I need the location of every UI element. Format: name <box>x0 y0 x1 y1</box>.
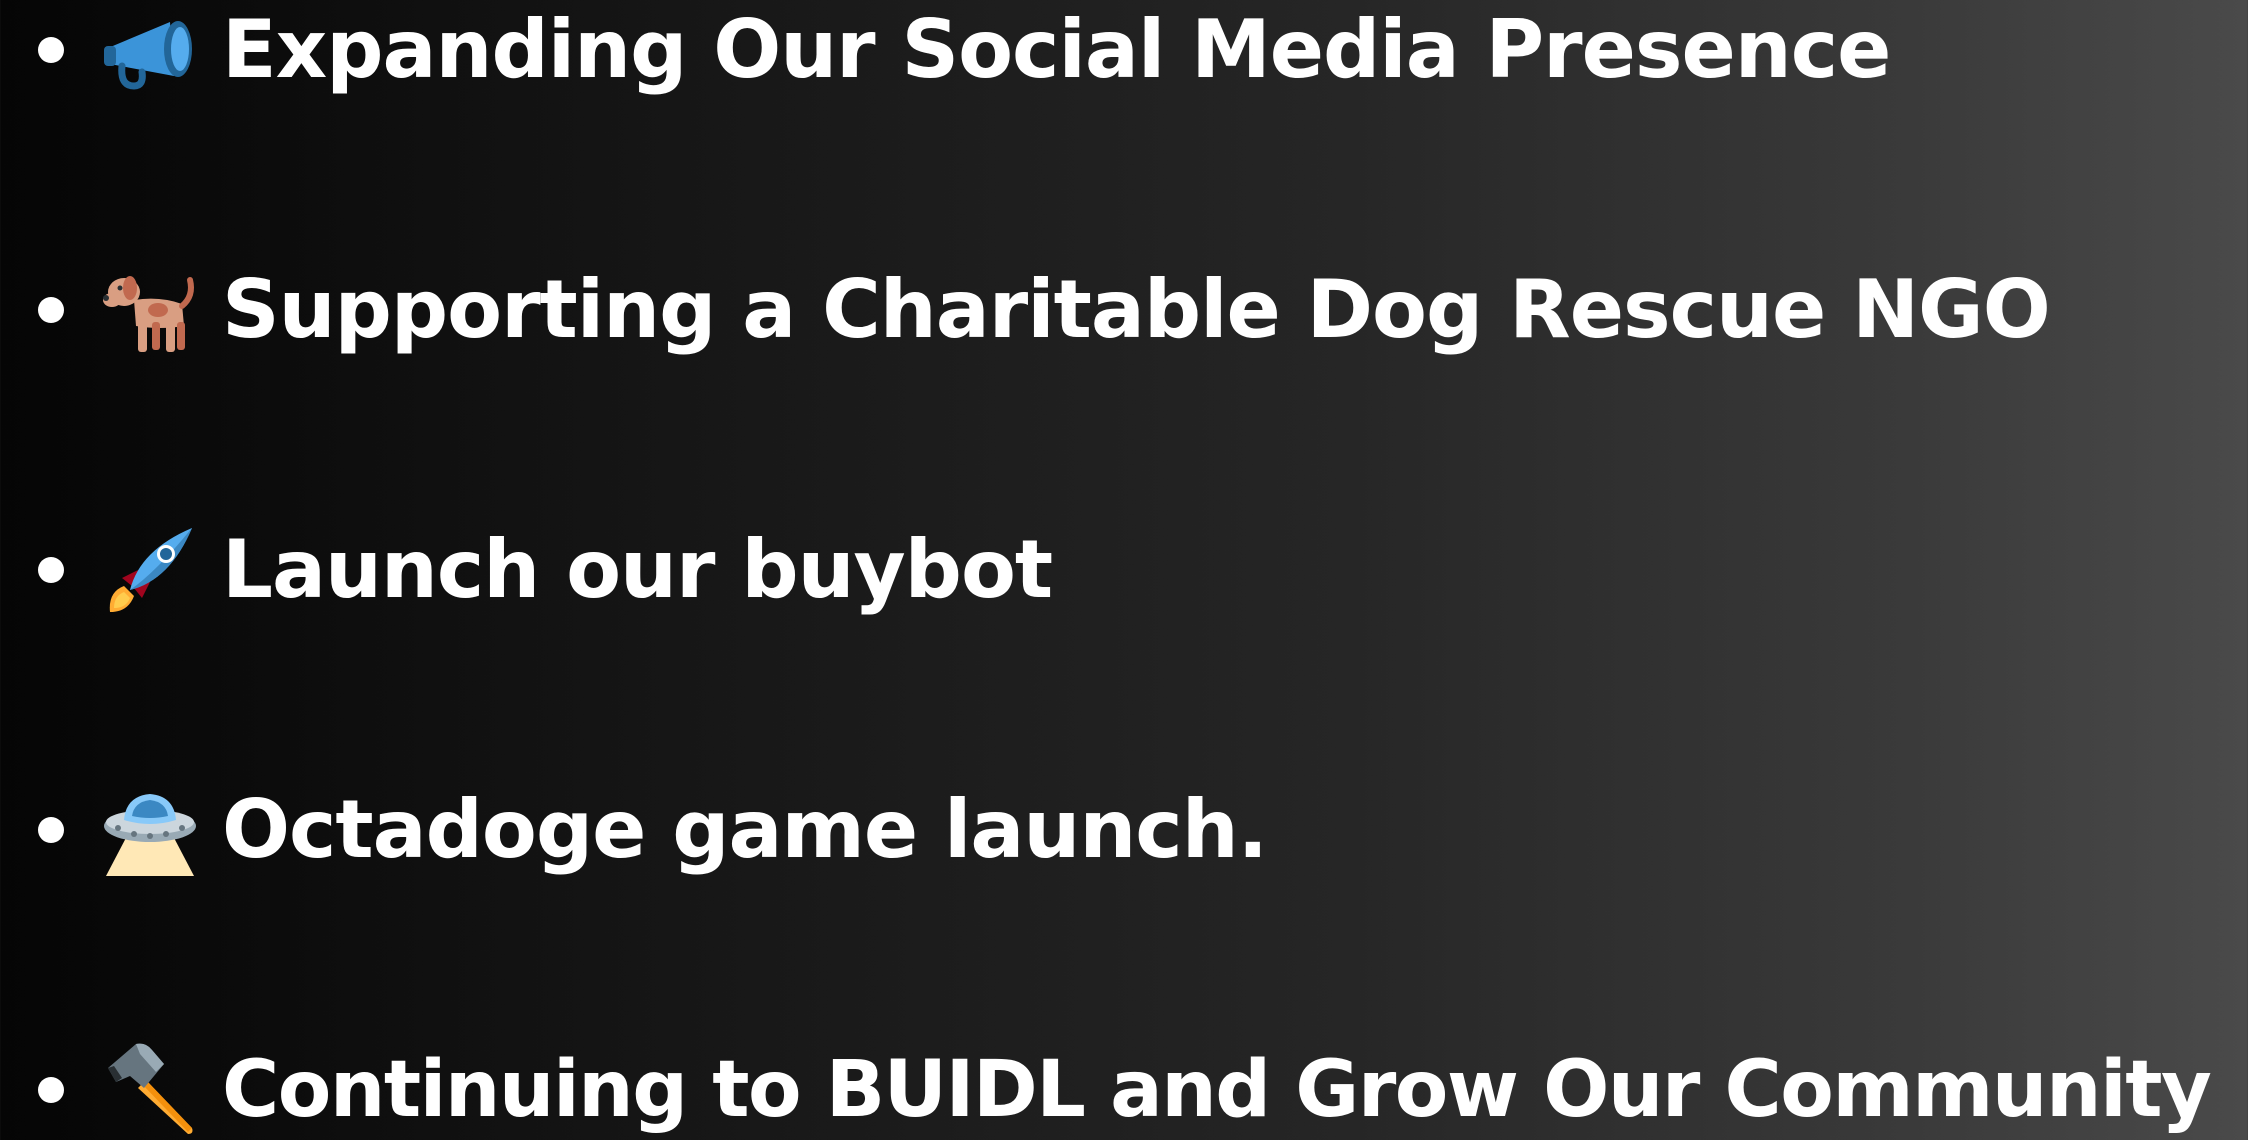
item-text: Supporting a Charitable Dog Rescue NGO <box>222 263 2051 356</box>
megaphone-icon <box>100 0 200 100</box>
bullet-dot <box>38 557 64 583</box>
item-text: Expanding Our Social Media Presence <box>222 3 1891 96</box>
bullet-dot <box>38 297 64 323</box>
bullet-dot <box>38 1077 64 1103</box>
bullet-dot <box>38 817 64 843</box>
item-text: Continuing to BUIDL and Grow Our Communi… <box>222 1045 2212 1135</box>
item-text: Launch our buybot <box>222 523 1053 616</box>
ufo-icon <box>100 780 200 880</box>
rocket-icon <box>100 520 200 620</box>
roadmap-list: Expanding Our Social Media Presence Supp… <box>0 0 2248 1140</box>
bullet-dot <box>38 37 64 63</box>
item-text: Octadoge game launch. <box>222 783 1268 876</box>
hammer-icon <box>100 1040 200 1140</box>
dog-icon <box>100 260 200 360</box>
